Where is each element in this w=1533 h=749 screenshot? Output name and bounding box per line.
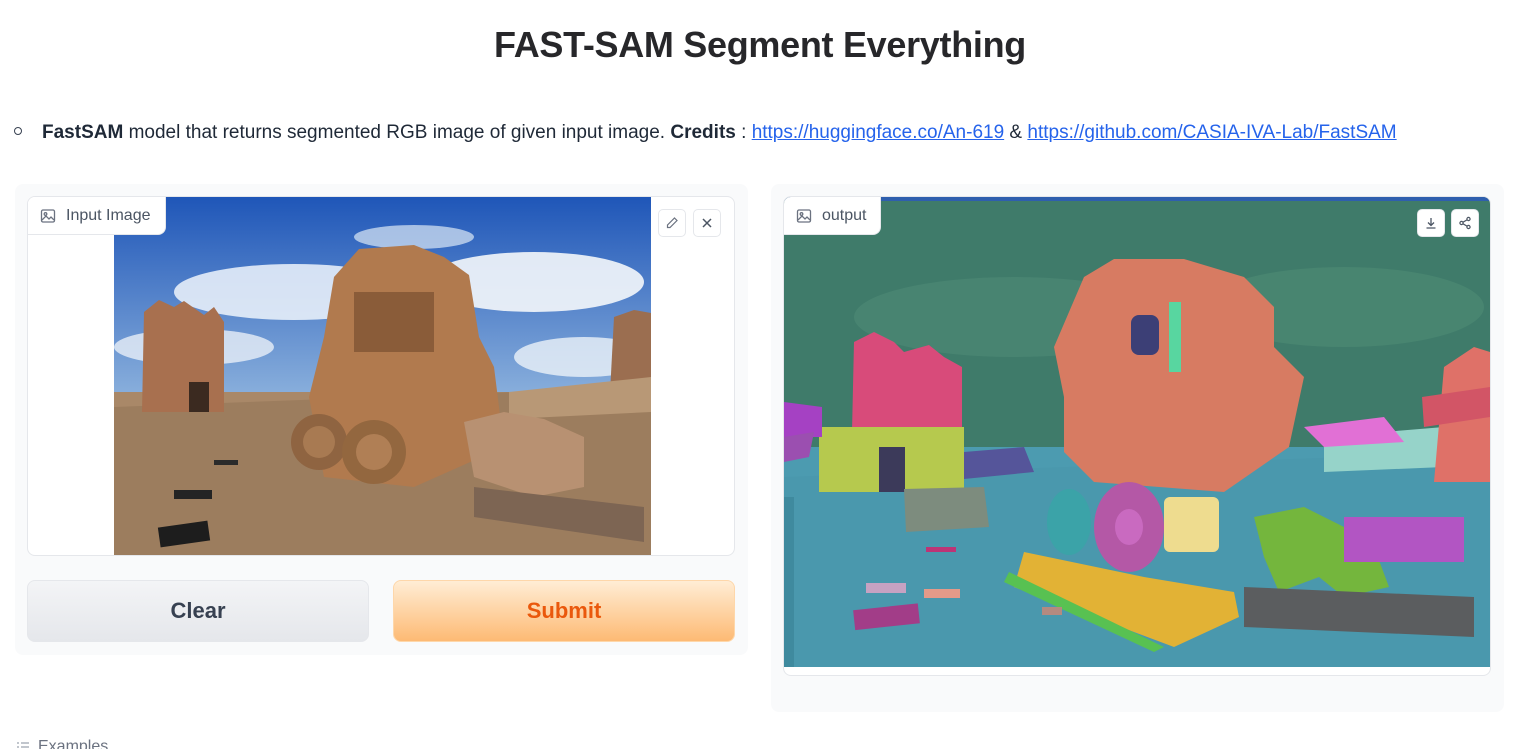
share-button[interactable] [1451,209,1479,237]
input-image-box[interactable]: Input Image [27,196,735,556]
edit-button[interactable] [658,209,686,237]
examples-header[interactable]: Examples [16,738,108,749]
page-title: FAST-SAM Segment Everything [494,24,1026,65]
image-icon [40,208,56,223]
submit-button[interactable]: Submit [393,580,735,642]
share-icon [1459,216,1471,230]
description: FastSAM model that returns segmented RGB… [14,122,1397,144]
output-panel: output [771,184,1504,712]
image-icon [796,208,812,223]
input-panel: Input Image Clear Submit [15,184,748,655]
huggingface-link[interactable]: https://huggingface.co/An-619 [752,122,1004,143]
output-image-box: output [783,196,1491,676]
pencil-icon [666,217,678,229]
input-image-label: Input Image [28,197,166,235]
input-image [114,197,651,555]
output-label-text: output [822,206,867,224]
clear-button[interactable]: Clear [27,580,369,642]
description-text: model that returns segmented RGB image o… [123,122,671,143]
credits-separator: : [735,122,752,143]
examples-label: Examples [38,738,109,749]
download-icon [1426,218,1436,229]
ampersand: & [1004,122,1028,143]
output-label: output [784,197,882,235]
output-image [784,197,1490,667]
model-name: FastSAM [42,122,124,143]
download-button[interactable] [1417,209,1445,237]
bullet-icon [14,126,22,135]
github-link[interactable]: https://github.com/CASIA-IVA-Lab/FastSAM [1027,122,1396,143]
list-icon [17,742,29,748]
remove-image-button[interactable] [693,209,721,237]
credits-label: Credits [670,122,736,143]
close-icon [702,218,712,228]
input-image-label-text: Input Image [66,206,151,224]
